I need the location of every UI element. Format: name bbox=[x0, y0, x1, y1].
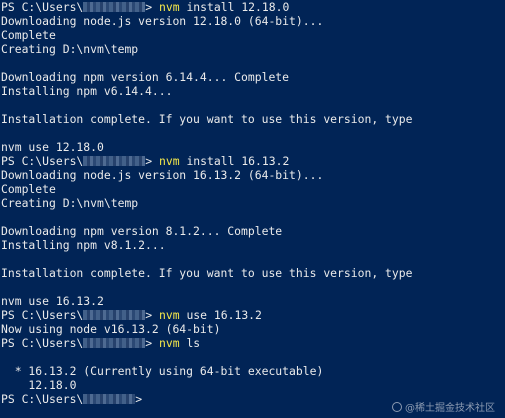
output-line: Creating D:\nvm\temp bbox=[1, 196, 139, 210]
prompt-path: PS C:\Users\ bbox=[1, 0, 84, 14]
output-line: Installation complete. If you want to us… bbox=[1, 266, 413, 280]
command-name: nvm bbox=[159, 154, 180, 168]
prompt-path: PS C:\Users\ bbox=[1, 308, 84, 322]
output-line: Downloading node.js version 12.18.0 (64-… bbox=[1, 14, 324, 28]
command-args: use 16.13.2 bbox=[179, 308, 262, 322]
output-line: Downloading node.js version 16.13.2 (64-… bbox=[1, 168, 324, 182]
output-line: * 16.13.2 (Currently using 64-bit execut… bbox=[1, 364, 324, 378]
command-name: nvm bbox=[159, 0, 180, 14]
command-args: install 16.13.2 bbox=[179, 154, 290, 168]
output-line: Creating D:\nvm\temp bbox=[1, 42, 139, 56]
output-line: Installation complete. If you want to us… bbox=[1, 112, 413, 126]
watermark: @稀土掘金技术社区 bbox=[392, 399, 495, 414]
prompt-symbol: > bbox=[145, 336, 160, 350]
juejin-logo-icon bbox=[392, 401, 402, 412]
command-name: nvm bbox=[159, 336, 180, 350]
command-args: ls bbox=[179, 336, 201, 350]
command-name: nvm bbox=[159, 308, 180, 322]
prompt-line: PS C:\Users\ > nvm ls bbox=[1, 336, 505, 350]
prompt-line: PS C:\Users\ > nvm install 16.13.2 bbox=[1, 154, 505, 168]
prompt-path: PS C:\Users\ bbox=[1, 336, 84, 350]
prompt-line: PS C:\Users\ > nvm use 16.13.2 bbox=[1, 308, 505, 322]
prompt-symbol: > bbox=[145, 154, 160, 168]
terminal-output: PS C:\Users\ > nvm install 12.18.0 Downloa… bbox=[1, 0, 505, 406]
command-args: install 12.18.0 bbox=[179, 0, 290, 14]
prompt-path: PS C:\Users\ bbox=[1, 154, 84, 168]
output-line: Downloading npm version 6.14.4... Comple… bbox=[1, 70, 290, 84]
output-line: Complete bbox=[1, 28, 56, 42]
output-line: Installing npm v6.14.4... bbox=[1, 84, 173, 98]
redacted-username bbox=[83, 337, 146, 348]
output-line: Installing npm v8.1.2... bbox=[1, 238, 166, 252]
prompt-symbol: > bbox=[135, 392, 143, 406]
output-line: nvm use 16.13.2 bbox=[1, 294, 104, 308]
redacted-username bbox=[83, 393, 136, 404]
output-line: Downloading npm version 8.1.2... Complet… bbox=[1, 224, 283, 238]
redacted-username bbox=[83, 1, 146, 12]
prompt-symbol: > bbox=[145, 0, 160, 14]
output-line: Complete bbox=[1, 182, 56, 196]
output-line: Now using node v16.13.2 (64-bit) bbox=[1, 322, 221, 336]
redacted-username bbox=[83, 155, 146, 166]
redacted-username bbox=[83, 309, 146, 320]
output-line: 12.18.0 bbox=[1, 378, 77, 392]
output-line: nvm use 12.18.0 bbox=[1, 140, 104, 154]
prompt-symbol: > bbox=[145, 308, 160, 322]
watermark-text: @稀土掘金技术社区 bbox=[405, 403, 495, 414]
prompt-line: PS C:\Users\ > nvm install 12.18.0 bbox=[1, 0, 505, 14]
powershell-terminal[interactable]: PS C:\Users\ > nvm install 12.18.0 Downloa… bbox=[0, 0, 505, 418]
prompt-path: PS C:\Users\ bbox=[1, 392, 84, 406]
